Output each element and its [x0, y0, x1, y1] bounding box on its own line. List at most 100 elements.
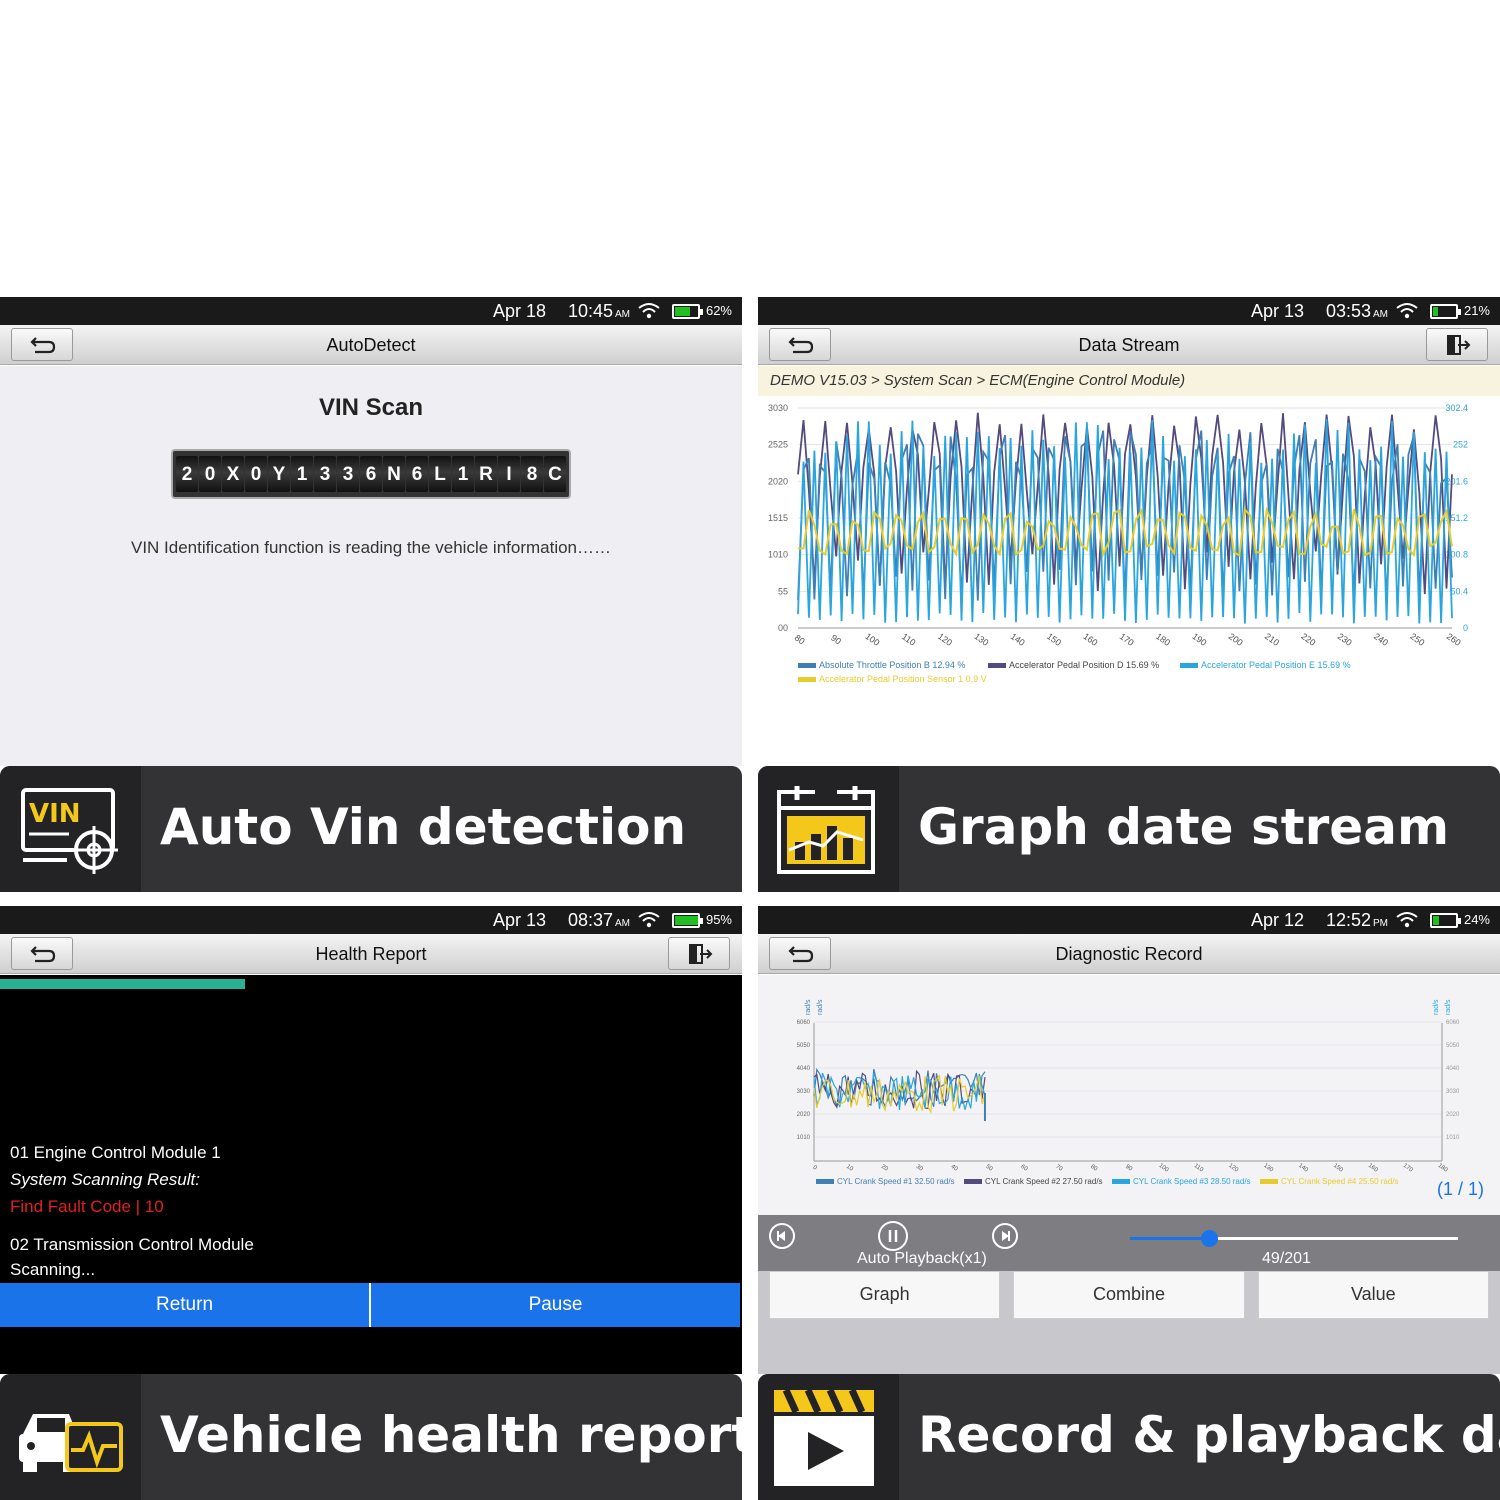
- vin-scan-title: VIN Scan: [318, 394, 424, 421]
- x-tick-label: 0: [811, 1165, 818, 1172]
- status-date: Apr 13: [492, 910, 546, 930]
- y-tick-label: 2020: [768, 476, 788, 486]
- title-bar: Data Stream: [758, 325, 1500, 365]
- legend-item: CYL Crank Speed #4 25.50 rad/s: [1260, 1177, 1399, 1186]
- vin-scan-content: VIN Scan 20X0Y1336N6L1RI8C VIN Identific…: [0, 366, 742, 766]
- legend-swatch: [816, 1179, 834, 1185]
- pause-playback-button[interactable]: [878, 1221, 908, 1251]
- status-ampm: AM: [615, 309, 630, 320]
- x-tick-label: 90: [829, 633, 843, 647]
- vin-char: 2: [176, 456, 198, 492]
- exit-icon: [1447, 335, 1471, 355]
- status-bar: Apr 12 12:52 PM 24%: [758, 906, 1500, 934]
- tab-value[interactable]: Value: [1257, 1271, 1489, 1319]
- y-tick-label: 3030: [797, 1089, 811, 1095]
- legend-item: Absolute Throttle Position B 12.94 %: [798, 660, 965, 670]
- action-buttons: Return Pause: [0, 1283, 740, 1327]
- x-tick-label: 160: [1367, 1163, 1379, 1174]
- battery-icon: [1430, 913, 1461, 928]
- x-tick-label: 90: [1124, 1164, 1133, 1173]
- wifi-icon: [1396, 303, 1418, 319]
- status-time: 03:53 AM: [1325, 301, 1388, 321]
- x-tick-label: 180: [1437, 1163, 1449, 1174]
- status-ampm: PM: [1373, 918, 1388, 929]
- battery-icon: [672, 913, 703, 928]
- legend-label: Absolute Throttle Position B 12.94 %: [819, 660, 966, 670]
- view-tabs: Graph Combine Value: [769, 1271, 1489, 1319]
- legend-swatch: [798, 677, 816, 683]
- vin-char: R: [475, 456, 497, 492]
- x-tick-label: 40: [950, 1164, 959, 1173]
- y2-tick-label: 3030: [1446, 1089, 1460, 1095]
- module-1-label: 01 Engine Control Module 1: [10, 1143, 221, 1162]
- legend-swatch: [1180, 663, 1198, 669]
- battery-percent: 62%: [705, 303, 732, 318]
- x-tick-label: 150: [1045, 631, 1063, 648]
- feature-caption: Record & playback date: [758, 1374, 1500, 1500]
- x-tick-label: 210: [1263, 631, 1281, 648]
- health-report-content: 01 Engine Control Module 1 System Scanni…: [0, 975, 742, 1374]
- x-tick-label: 80: [793, 633, 807, 647]
- x-tick-label: 220: [1299, 631, 1317, 648]
- x-tick-label: 170: [1402, 1163, 1414, 1174]
- y2-tick-label: 5050: [1446, 1043, 1460, 1049]
- exit-icon: [689, 944, 713, 964]
- status-ampm: AM: [1373, 309, 1388, 320]
- status-bar: Apr 18 10:45 AM 62%: [0, 297, 742, 325]
- y2-tick-label: 4040: [1446, 1066, 1460, 1072]
- legend-swatch: [988, 663, 1006, 669]
- legend-label: Accelerator Pedal Position Sensor 1 0.9 …: [819, 674, 987, 684]
- previous-button[interactable]: [769, 1223, 795, 1249]
- vin-char: 0: [199, 456, 221, 492]
- legend-swatch: [964, 1179, 982, 1185]
- legend-swatch: [1112, 1179, 1130, 1185]
- tab-graph[interactable]: Graph: [769, 1271, 1001, 1319]
- caption-text: Record & playback date: [918, 1406, 1500, 1464]
- car-health-icon: [0, 1374, 141, 1500]
- data-stream-panel: Apr 13 03:53 AM 21% Data Stream DEMO V15.…: [758, 297, 1500, 892]
- legend-label: CYL Crank Speed #4 25.50 rad/s: [1281, 1177, 1399, 1186]
- status-time: 10:45 AM: [567, 301, 630, 321]
- legend-item: Accelerator Pedal Position Sensor 1 0.9 …: [798, 674, 987, 684]
- x-tick-label: 80: [1089, 1164, 1098, 1173]
- x-tick-label: 110: [1193, 1163, 1205, 1174]
- vin-char: 3: [337, 456, 359, 492]
- x-tick-label: 230: [1336, 631, 1354, 648]
- x-tick-label: 140: [1297, 1163, 1309, 1174]
- tab-combine[interactable]: Combine: [1013, 1271, 1245, 1319]
- frame-counter: 49/201: [1262, 1250, 1311, 1267]
- legend-swatch: [1260, 1179, 1278, 1185]
- x-tick-label: 10: [845, 1164, 854, 1173]
- wifi-icon: [638, 912, 660, 928]
- playback-slider[interactable]: [1130, 1230, 1458, 1247]
- y-tick-label: 1010: [768, 550, 788, 560]
- fault-code-link[interactable]: Find Fault Code | 10: [10, 1197, 164, 1217]
- exit-button[interactable]: [668, 937, 730, 970]
- return-button[interactable]: Return: [0, 1283, 369, 1327]
- x-tick-label: 260: [1445, 631, 1463, 648]
- slider-handle[interactable]: [1200, 1230, 1218, 1247]
- pause-button[interactable]: Pause: [371, 1283, 740, 1327]
- vin-icon: VIN: [0, 766, 141, 892]
- caption-text: Vehicle health report: [160, 1406, 742, 1464]
- autodetect-panel: Apr 18 10:45 AM 62% AutoDetect VIN Scan 2…: [0, 297, 742, 892]
- y-tick-label: 55: [778, 586, 788, 596]
- y2-tick-label: 6060: [1446, 1020, 1460, 1026]
- exit-button[interactable]: [1426, 328, 1488, 361]
- vin-char: C: [544, 456, 566, 492]
- y2-unit-label: rad/s: [1445, 999, 1452, 1015]
- legend-label: Accelerator Pedal Position E 15.69 %: [1201, 660, 1351, 670]
- title-bar: Health Report: [0, 934, 742, 974]
- page-title: Diagnostic Record: [1055, 944, 1203, 964]
- x-tick-label: 160: [1081, 631, 1099, 648]
- status-date: Apr 12: [1250, 910, 1304, 930]
- y2-tick-label: 302.4: [1445, 403, 1468, 413]
- x-tick-label: 60: [1019, 1164, 1028, 1173]
- x-tick-label: 110: [900, 631, 917, 647]
- skip-back-icon: [777, 1231, 785, 1241]
- wifi-icon: [638, 303, 660, 319]
- next-button[interactable]: [992, 1223, 1018, 1249]
- vin-icon-text: VIN: [29, 799, 81, 829]
- page-title: Health Report: [315, 944, 427, 964]
- battery-percent: 95%: [705, 912, 732, 927]
